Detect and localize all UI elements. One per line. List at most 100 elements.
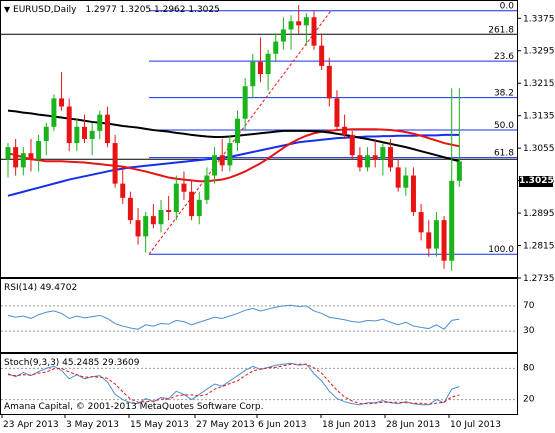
candle-body	[196, 199, 202, 217]
fib-label: 61.8	[494, 149, 514, 159]
fib-label: 0.0	[500, 2, 515, 12]
candle-body	[326, 65, 332, 99]
price-tick-label: 1.3215	[523, 79, 555, 89]
time-tick-label: 18 Jun 2013	[322, 420, 376, 430]
candle-body	[166, 210, 172, 213]
candle-body	[418, 212, 424, 233]
price-pane[interactable]: 0.0 261.8 23.6 38.2 50.0 61.8 100.0 ▼ EURUSD,D…	[0, 0, 518, 278]
candle-body	[20, 153, 26, 168]
stoch-k-line	[7, 362, 460, 406]
time-tick-label: 3 May 2013	[66, 420, 119, 430]
candle-body	[280, 29, 286, 42]
stoch-tick-label: 20	[523, 395, 535, 405]
price-tick-label: 1.2735	[523, 274, 555, 284]
time-tick-label: 15 May 2013	[130, 420, 189, 430]
axis-svg: 1.33751.32951.32151.31351.30551.29751.28…	[518, 14, 555, 405]
candle-body	[59, 98, 65, 107]
candle-body	[51, 98, 57, 127]
time-tick-label: 27 May 2013	[196, 420, 255, 430]
chart-window: 0.0 261.8 23.6 38.2 50.0 61.8 100.0 ▼ EURUSD,D…	[0, 0, 555, 433]
fib-label: 100.0	[488, 245, 514, 255]
rsi-tick-label: 70	[523, 301, 535, 311]
candle-body	[66, 106, 72, 144]
candle-body	[303, 17, 309, 26]
time-tick-label: 6 Jun 2013	[258, 420, 306, 430]
rsi-pane[interactable]: RSI(14) 49.4702	[0, 278, 518, 353]
stoch-pane[interactable]: Stoch(9,3,3) 45.2485 29.3609 Amana Capit…	[0, 353, 518, 415]
candle-body	[349, 134, 355, 156]
candle-body	[403, 175, 409, 188]
fib-label: 23.6	[494, 52, 514, 62]
price-tick-label: 1.3295	[523, 47, 555, 57]
price-tick-label: 1.3375	[523, 14, 555, 24]
candle-body	[36, 141, 42, 160]
candle-body	[334, 98, 340, 127]
time-tick-label: 23 Apr 2013	[3, 420, 59, 430]
candle-body	[426, 232, 432, 249]
symbol-label: EURUSD,Daily	[13, 5, 77, 15]
candle-body	[158, 210, 164, 225]
candle-body	[89, 130, 95, 139]
candle-body	[257, 61, 263, 75]
candle-body	[365, 155, 371, 168]
price-tick-label: 1.2815	[523, 242, 555, 252]
stoch-header: Stoch(9,3,3) 45.2485 29.3609	[4, 358, 140, 368]
candle-body	[235, 118, 240, 144]
candle-body	[13, 147, 19, 168]
candle-body	[357, 155, 363, 168]
candle-body	[173, 183, 179, 213]
time-axis[interactable]: 23 Apr 2013 3 May 2013 15 May 2013 27 May 2…	[0, 415, 555, 433]
rsi-line	[7, 304, 460, 330]
time-tick-label: 10 Jul 2013	[450, 420, 501, 430]
price-tick-label: 1.2895	[523, 209, 555, 219]
candle-body	[296, 21, 302, 26]
price-chart-svg: 0.0 261.8 23.6 38.2 50.0 61.8 100.0	[1, 2, 517, 271]
copyright-text: Amana Capital, © 2001-2013 MetaQuotes So…	[4, 402, 264, 412]
price-tick-label: 1.3135	[523, 112, 555, 122]
candle-body	[28, 153, 34, 160]
candle-body	[433, 220, 439, 249]
price-tick-label: 1.3055	[523, 144, 555, 154]
candle-body	[319, 45, 325, 66]
candle-body	[288, 21, 294, 30]
candle-body	[410, 175, 416, 213]
candle-body	[181, 183, 187, 192]
rsi-header: RSI(14) 49.4702	[4, 283, 78, 293]
fib-label: 38.2	[494, 89, 514, 99]
stoch-tick-label: 80	[523, 363, 535, 373]
candle-body	[380, 147, 386, 160]
candle-body	[43, 126, 49, 142]
stoch-d-line	[7, 363, 460, 405]
candle-body	[120, 183, 126, 198]
fib-label: 50.0	[494, 121, 514, 131]
candle-body	[112, 143, 118, 184]
current-price-tag: 1.3025	[519, 176, 554, 187]
candle-body	[212, 155, 218, 176]
candle-body	[135, 220, 141, 237]
candle-body	[82, 126, 87, 139]
candle-body	[250, 61, 256, 87]
candle-body	[104, 114, 110, 144]
candle-body	[219, 155, 225, 166]
candle-body	[204, 175, 210, 200]
price-axis[interactable]: 1.33751.32951.32151.31351.30551.29751.28…	[518, 0, 555, 415]
candle-body	[242, 86, 248, 119]
rsi-chart-svg	[1, 304, 517, 332]
candle-body	[441, 220, 447, 261]
symbol-header: ▼ EURUSD,Daily 1.2977 1.3205 1.2962 1.30…	[4, 5, 220, 15]
candle-body	[97, 114, 103, 131]
fib-label: 261.8	[488, 25, 514, 35]
candle-body	[150, 216, 156, 225]
ohlc-values: 1.2977 1.3205 1.2962 1.3025	[85, 5, 220, 15]
candle-body	[227, 143, 233, 166]
candle-body	[311, 17, 317, 46]
candle-body	[449, 180, 455, 261]
candle-body	[265, 53, 271, 75]
rsi-tick-label: 30	[523, 326, 535, 336]
candle-body	[372, 155, 378, 160]
time-tick-label: 28 Jun 2013	[386, 420, 440, 430]
candle-body	[127, 197, 133, 221]
candle-body	[388, 147, 393, 168]
candle-body	[189, 191, 195, 217]
candle-body	[342, 126, 348, 135]
